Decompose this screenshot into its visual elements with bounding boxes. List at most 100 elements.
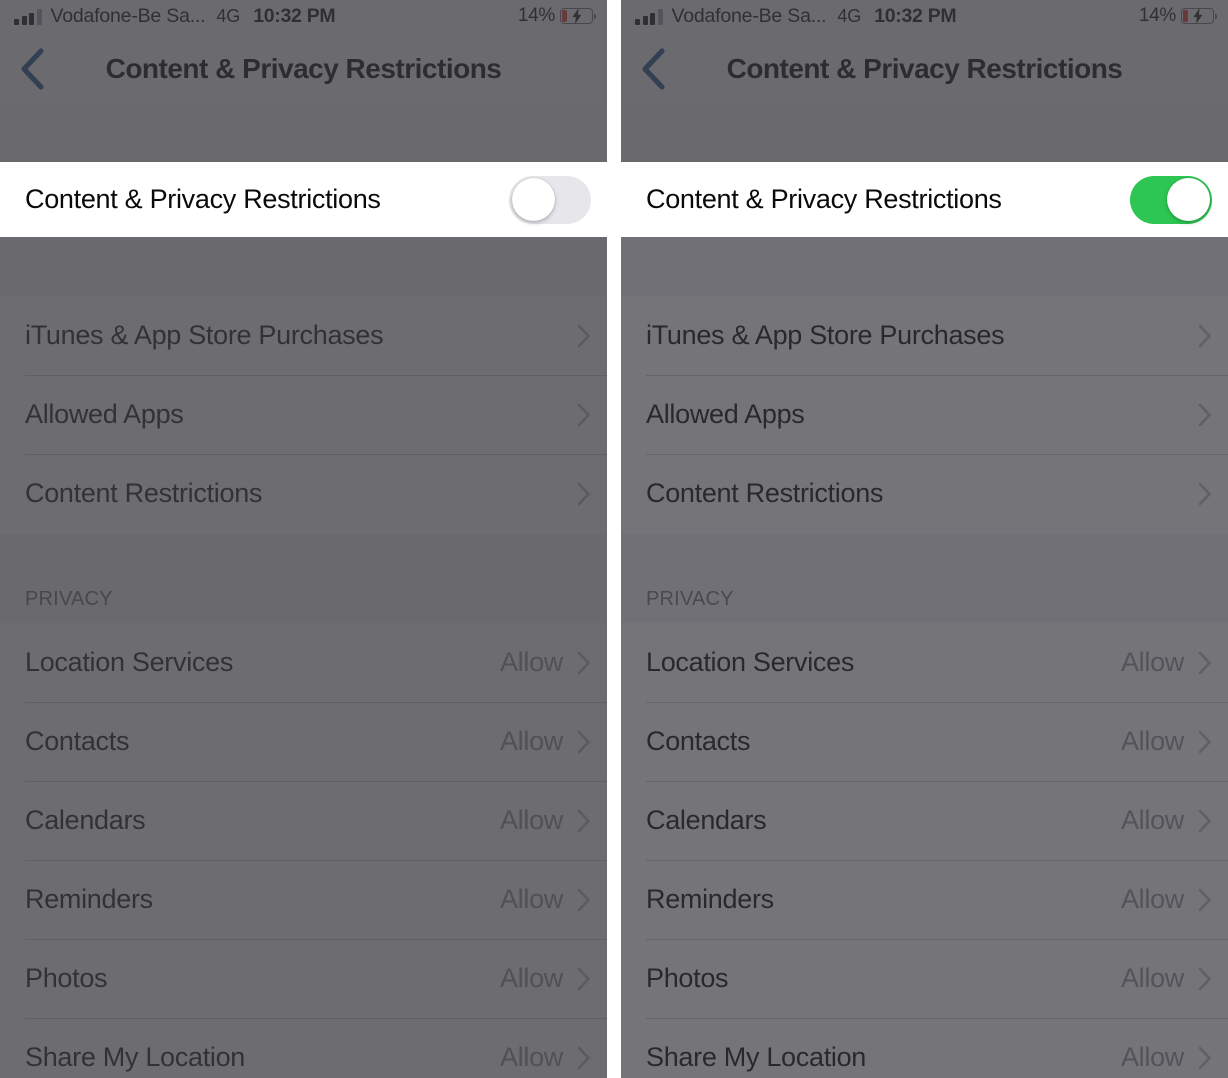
row-label: Content & Privacy Restrictions [646, 184, 1002, 214]
back-button[interactable] [12, 47, 52, 90]
row-content-privacy-restrictions[interactable]: Content & Privacy Restrictions [621, 162, 1228, 237]
chevron-right-icon [577, 888, 590, 911]
restrictions-section: iTunes & App Store Purchases Allowed App… [0, 296, 607, 534]
content-privacy-restrictions-switch[interactable] [1130, 175, 1212, 224]
row-allowed-apps[interactable]: Allowed Apps [621, 375, 1228, 454]
switch-knob [1166, 178, 1210, 221]
row-value: Allow [499, 1042, 563, 1072]
row-itunes-app-store-purchases[interactable]: iTunes & App Store Purchases [0, 296, 607, 375]
row-reminders[interactable]: Reminders Allow [621, 860, 1228, 939]
battery-percent-label: 14% [1138, 5, 1176, 26]
battery-fill [562, 10, 568, 22]
row-content-privacy-restrictions[interactable]: Content & Privacy Restrictions [0, 162, 607, 237]
chevron-right-icon [1198, 730, 1211, 753]
status-bar: Vodafone-Be Sa... 4G 10:32 PM 14% [621, 0, 1228, 32]
row-share-my-location[interactable]: Share My Location Allow [621, 1018, 1228, 1078]
row-content-restrictions[interactable]: Content Restrictions [621, 454, 1228, 533]
row-reminders[interactable]: Reminders Allow [0, 860, 607, 939]
row-value: Allow [1120, 647, 1184, 677]
row-label: Content Restrictions [25, 478, 263, 508]
ios-settings-screen: Vodafone-Be Sa... 4G 10:32 PM 14% Conten… [621, 0, 1228, 1078]
row-content-restrictions[interactable]: Content Restrictions [0, 454, 607, 533]
row-accessory: Allow [500, 647, 591, 678]
row-allowed-apps[interactable]: Allowed Apps [0, 375, 607, 454]
row-accessory [1198, 482, 1212, 506]
row-label: Reminders [646, 884, 774, 914]
row-share-my-location[interactable]: Share My Location Allow [0, 1018, 607, 1078]
chevron-right-icon [577, 651, 590, 674]
row-value: Allow [1120, 884, 1184, 914]
row-accessory: Allow [1121, 963, 1212, 994]
row-label: Location Services [25, 647, 234, 677]
row-label: Photos [646, 963, 729, 993]
chevron-right-icon [1198, 1046, 1211, 1069]
network-type-label: 4G [216, 5, 241, 26]
charging-bolt-icon [1192, 8, 1202, 24]
row-accessory [1198, 403, 1212, 427]
row-contacts[interactable]: Contacts Allow [0, 702, 607, 781]
row-label: Content & Privacy Restrictions [25, 184, 381, 214]
battery-icon [1181, 8, 1218, 24]
battery-fill [1183, 10, 1189, 22]
navigation-bar: Content & Privacy Restrictions [0, 32, 607, 105]
chevron-right-icon [577, 1046, 590, 1069]
chevron-right-icon [1198, 324, 1211, 347]
group-spacer-middle [0, 237, 607, 296]
network-type-label: 4G [837, 5, 862, 26]
row-contacts[interactable]: Contacts Allow [621, 702, 1228, 781]
group-spacer-middle [621, 237, 1228, 296]
row-location-services[interactable]: Location Services Allow [621, 623, 1228, 702]
chevron-right-icon [577, 324, 590, 347]
chevron-right-icon [1198, 482, 1211, 505]
row-accessory: Allow [1121, 805, 1212, 836]
row-accessory: Allow [500, 805, 591, 836]
row-calendars[interactable]: Calendars Allow [0, 781, 607, 860]
panel-left-toggle-off: Vodafone-Be Sa... 4G 10:32 PM 14% Conten… [0, 0, 607, 1078]
row-photos[interactable]: Photos Allow [0, 939, 607, 1018]
row-value: Allow [499, 805, 563, 835]
row-accessory: Allow [500, 963, 591, 994]
row-label: Reminders [25, 884, 153, 914]
row-accessory: Allow [1121, 726, 1212, 757]
switch-knob [511, 178, 555, 221]
signal-bars-icon [635, 9, 663, 25]
restrictions-section: iTunes & App Store Purchases Allowed App… [621, 296, 1228, 534]
content-privacy-restrictions-switch[interactable] [509, 175, 591, 224]
page-title: Content & Privacy Restrictions [726, 52, 1123, 84]
row-accessory [1198, 324, 1212, 348]
carrier-label: Vodafone-Be Sa... [50, 4, 206, 27]
carrier-label: Vodafone-Be Sa... [671, 4, 827, 27]
dual-screenshot-stage: Vodafone-Be Sa... 4G 10:32 PM 14% Conten… [0, 0, 1228, 1078]
row-label: Contacts [646, 726, 751, 756]
privacy-section: Location Services Allow Contacts Allow C… [0, 623, 607, 1078]
privacy-section: Location Services Allow Contacts Allow C… [621, 623, 1228, 1078]
row-location-services[interactable]: Location Services Allow [0, 623, 607, 702]
row-photos[interactable]: Photos Allow [621, 939, 1228, 1018]
group-spacer-top [0, 105, 607, 162]
chevron-right-icon [1198, 403, 1211, 426]
clock-label: 10:32 PM [874, 4, 957, 27]
chevron-right-icon [577, 482, 590, 505]
row-accessory: Allow [1121, 884, 1212, 915]
status-bar: Vodafone-Be Sa... 4G 10:32 PM 14% [0, 0, 607, 32]
master-toggle-section: Content & Privacy Restrictions [0, 162, 607, 237]
clock-label: 10:32 PM [253, 4, 336, 27]
chevron-right-icon [577, 967, 590, 990]
chevron-left-icon [642, 47, 665, 90]
row-accessory: Allow [1121, 1042, 1212, 1073]
row-label: Content Restrictions [646, 478, 884, 508]
row-value: Allow [499, 726, 563, 756]
privacy-section-header: PRIVACY [0, 534, 607, 623]
section-header-label: PRIVACY [646, 588, 734, 610]
row-accessory: Allow [500, 884, 591, 915]
row-itunes-app-store-purchases[interactable]: iTunes & App Store Purchases [621, 296, 1228, 375]
row-accessory [577, 482, 591, 506]
row-label: Photos [25, 963, 108, 993]
back-button[interactable] [633, 47, 673, 90]
row-label: Calendars [646, 805, 767, 835]
row-label: Share My Location [646, 1042, 867, 1072]
row-accessory [577, 403, 591, 427]
chevron-right-icon [1198, 809, 1211, 832]
row-calendars[interactable]: Calendars Allow [621, 781, 1228, 860]
status-bar-right-group: 14% [518, 5, 597, 27]
